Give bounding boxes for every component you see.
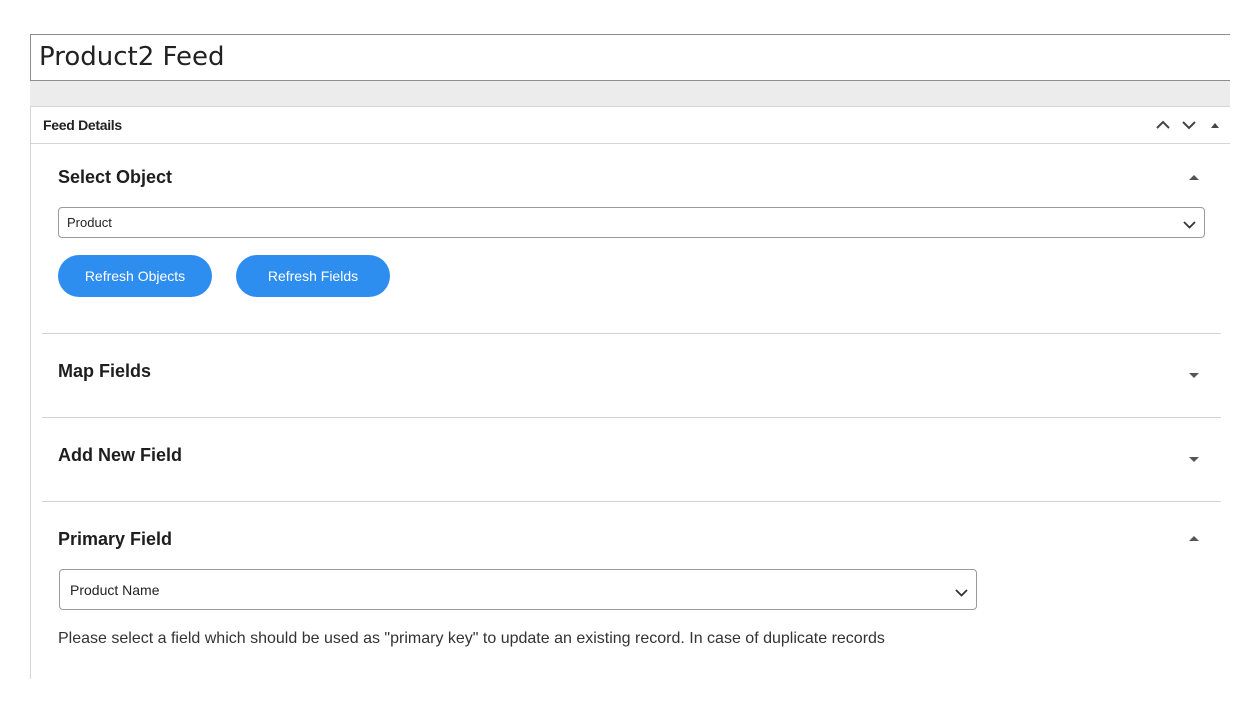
chevron-down-icon [1183, 217, 1196, 235]
section-divider [42, 417, 1221, 418]
refresh-objects-button[interactable]: Refresh Objects [58, 255, 212, 297]
object-select[interactable]: Product [58, 207, 1205, 238]
primary-field-select-value: Product Name [70, 582, 160, 598]
page-title-bar: Product2 Feed [30, 34, 1230, 81]
add-new-field-title: Add New Field [58, 445, 183, 465]
map-fields-title: Map Fields [58, 361, 152, 381]
map-fields-expand-icon[interactable] [1186, 368, 1202, 380]
feed-details-title: Feed Details [43, 117, 122, 133]
add-new-field-expand-icon[interactable] [1186, 452, 1202, 464]
header-controls [1154, 116, 1224, 134]
section-divider [42, 501, 1221, 502]
feed-details-header: Feed Details [30, 106, 1230, 144]
section-divider [42, 333, 1221, 334]
title-separator-strip [30, 81, 1230, 106]
chevron-down-icon[interactable] [1180, 116, 1198, 134]
primary-field-title: Primary Field [58, 529, 173, 549]
select-object-collapse-icon[interactable] [1186, 171, 1202, 183]
primary-field-help-text: Please select a field which should be us… [58, 630, 885, 647]
refresh-fields-button[interactable]: Refresh Fields [236, 255, 390, 297]
chevron-up-icon[interactable] [1154, 116, 1172, 134]
object-select-value: Product [67, 215, 112, 230]
primary-field-select[interactable]: Product Name [59, 569, 977, 610]
caret-up-icon[interactable] [1206, 116, 1224, 134]
primary-field-collapse-icon[interactable] [1186, 532, 1202, 544]
select-object-title: Select Object [58, 167, 173, 187]
chevron-down-icon [955, 585, 968, 603]
page-title: Product2 Feed [39, 42, 225, 72]
